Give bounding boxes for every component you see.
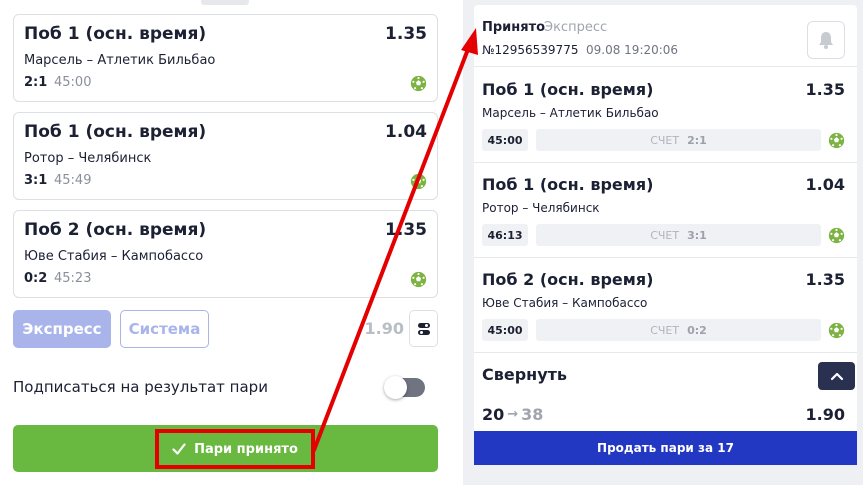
checkmark-icon: [172, 443, 186, 455]
soccer-ball-icon: [410, 271, 427, 288]
stake-payout: 20 → 38: [482, 405, 543, 424]
event-odds: 1.04: [805, 175, 845, 194]
subscribe-toggle[interactable]: [384, 376, 425, 399]
score-value: 2:1: [687, 133, 707, 147]
subscribe-label: Подписаться на результат пари: [13, 378, 268, 396]
sell-bet-button[interactable]: Продать пари за 17: [474, 431, 857, 465]
bet-datetime: 09.08 19:20:06: [586, 43, 679, 57]
receipt-event: Поб 1 (осн. время) 1.04 Ротор – Челябинс…: [474, 163, 857, 258]
event-teams: Юве Стабия – Кампобассо: [482, 296, 648, 310]
score-value: 0:2: [687, 323, 707, 337]
selection-score: 2:1: [24, 75, 48, 90]
selection-market: Поб 1 (осн. время): [24, 24, 207, 44]
selection-teams: Юве Стабия – Кампобассо: [24, 249, 204, 264]
soccer-ball-icon: [410, 173, 427, 190]
collapse-button[interactable]: [818, 362, 855, 390]
selection-card: Поб 1 (осн. время) 1.04 Ротор – Челябинс…: [13, 112, 438, 200]
express-mode-button[interactable]: Экспресс: [13, 310, 111, 348]
sliders-icon: [417, 322, 430, 335]
toggle-knob: [384, 376, 407, 399]
selection-card: Поб 2 (осн. время) 1.35 Юве Стабия – Кам…: [13, 210, 438, 298]
selection-odds: 1.35: [385, 24, 427, 44]
event-odds: 1.35: [805, 270, 845, 289]
bet-accepted-label: Пари принято: [194, 441, 298, 457]
system-mode-button[interactable]: Система: [120, 310, 209, 348]
selection-market: Поб 2 (осн. время): [24, 220, 207, 240]
bet-type: Экспресс: [544, 20, 608, 35]
drag-handle[interactable]: [201, 0, 249, 5]
bet-accepted-highlight: Пари принято: [155, 429, 315, 469]
soccer-ball-icon: [828, 132, 845, 149]
notification-button[interactable]: [807, 21, 845, 59]
selection-time: 45:00: [54, 75, 92, 90]
selection-score: 3:1: [24, 173, 48, 188]
score-label: СЧЕТ: [650, 228, 680, 242]
event-teams: Марсель – Атлетик Бильбао: [482, 106, 659, 120]
chevron-up-icon: [830, 372, 843, 381]
receipt-event: Поб 2 (осн. время) 1.35 Юве Стабия – Кам…: [474, 258, 857, 353]
payout-amount: 38: [521, 405, 544, 424]
receipt-total-odds: 1.90: [805, 405, 845, 424]
selection-odds: 1.04: [385, 122, 427, 142]
selection-time: 45:23: [54, 271, 92, 286]
bet-slip-panel: Поб 1 (осн. время) 1.35 Марсель – Атлети…: [0, 0, 452, 485]
arrow-right-icon: →: [507, 407, 519, 422]
bet-accepted-bar[interactable]: Пари принято: [13, 425, 438, 472]
selection-time: 45:49: [54, 173, 92, 188]
selection-score: 0:2: [24, 271, 48, 286]
score-value: 3:1: [687, 228, 707, 242]
event-time: 45:00: [482, 129, 528, 151]
soccer-ball-icon: [828, 227, 845, 244]
event-market: Поб 2 (осн. время): [482, 270, 654, 289]
selection-card: Поб 1 (осн. время) 1.35 Марсель – Атлети…: [13, 14, 438, 102]
selection-market: Поб 1 (осн. время): [24, 122, 207, 142]
selection-odds: 1.35: [385, 220, 427, 240]
selection-teams: Ротор – Челябинск: [24, 151, 152, 166]
collapse-label: Свернуть: [482, 365, 568, 384]
receipt-panel: Принято Экспресс №12956539775 09.08 19:2…: [463, 0, 863, 485]
bell-icon: [819, 32, 833, 49]
total-odds: 1.90: [364, 319, 404, 338]
settings-button[interactable]: [409, 310, 438, 347]
bet-receipt: Принято Экспресс №12956539775 09.08 19:2…: [474, 5, 857, 465]
receipt-event: Поб 1 (осн. время) 1.35 Марсель – Атлети…: [474, 68, 857, 163]
event-score-box: СЧЕТ 3:1: [536, 224, 821, 246]
soccer-ball-icon: [410, 75, 427, 92]
receipt-header: Принято Экспресс №12956539775 09.08 19:2…: [474, 5, 857, 67]
bet-status: Принято: [482, 20, 546, 35]
score-label: СЧЕТ: [650, 133, 680, 147]
stake-amount: 20: [482, 405, 505, 424]
event-time: 45:00: [482, 319, 528, 341]
bet-number: №12956539775: [482, 43, 579, 57]
event-odds: 1.35: [805, 80, 845, 99]
event-score-box: СЧЕТ 2:1: [536, 129, 821, 151]
event-score-box: СЧЕТ 0:2: [536, 319, 821, 341]
score-label: СЧЕТ: [650, 323, 680, 337]
event-time: 46:13: [482, 224, 528, 246]
event-market: Поб 1 (осн. время): [482, 175, 654, 194]
event-market: Поб 1 (осн. время): [482, 80, 654, 99]
event-teams: Ротор – Челябинск: [482, 201, 600, 215]
selection-teams: Марсель – Атлетик Бильбао: [24, 53, 216, 68]
soccer-ball-icon: [828, 322, 845, 339]
